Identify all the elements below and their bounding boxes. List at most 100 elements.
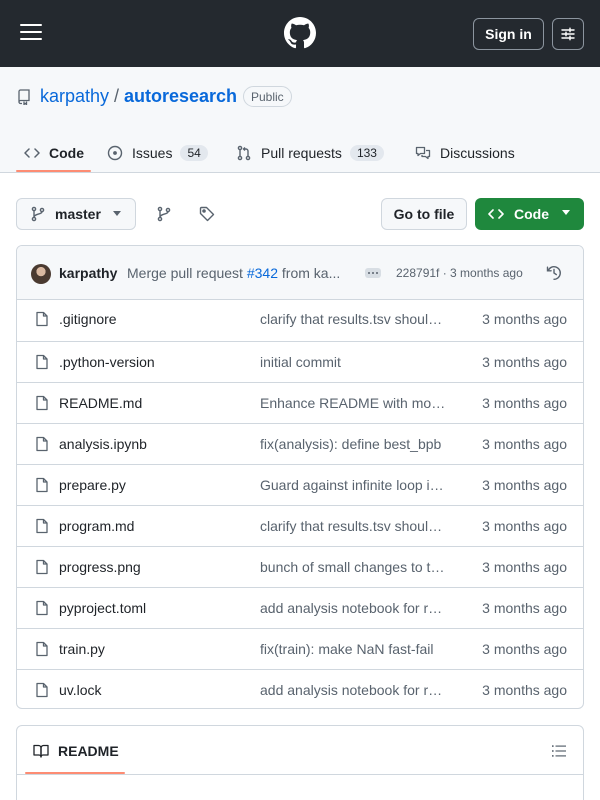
table-row[interactable]: pyproject.toml add analysis notebook for … [17,587,583,628]
sign-in-button[interactable]: Sign in [473,18,544,50]
file-commit-message-link[interactable]: add analysis notebook for results [260,682,448,698]
branch-name: master [55,206,101,222]
tab-discussions-label: Discussions [440,145,515,161]
readme-title[interactable]: README [58,743,119,759]
commit-message[interactable]: Merge pull request #342 from ka... [127,265,340,281]
visibility-badge: Public [243,86,292,107]
list-unordered-icon[interactable] [551,743,567,759]
repo-path-separator: / [114,86,120,106]
table-row[interactable]: uv.lock add analysis notebook for results… [17,669,583,708]
file-name-link[interactable]: uv.lock [59,682,102,698]
avatar[interactable] [31,264,51,284]
file-commit-message-link[interactable]: fix(analysis): define best_bpb [260,436,448,452]
file-name-link[interactable]: .gitignore [59,311,117,327]
file-icon [36,518,48,534]
file-icon [36,395,48,411]
file-name-link[interactable]: progress.png [59,559,141,575]
tag-icon[interactable] [199,206,215,222]
readme-panel: README [16,725,584,800]
file-commit-age: 3 months ago [482,641,567,657]
file-commit-age: 3 months ago [482,395,567,411]
tab-pull-requests[interactable]: Pull requests 133 [236,133,384,173]
file-name-link[interactable]: analysis.ipynb [59,436,147,452]
repo-tabs: Code Issues 54 Pull requests 133 Discuss… [0,133,600,230]
tab-issues-label: Issues [132,145,173,161]
commit-pr-link[interactable]: #342 [247,265,278,281]
git-branch-icon [31,206,45,222]
commit-author-link[interactable]: karpathy [59,265,117,281]
file-name-link[interactable]: .python-version [59,354,155,370]
branch-selector-button[interactable]: master [16,198,136,230]
file-name-link[interactable]: README.md [59,395,142,411]
settings-button[interactable] [552,18,584,50]
repo-name-link[interactable]: autoresearch [124,86,237,107]
table-row[interactable]: progress.png bunch of small changes to th… [17,546,583,587]
file-icon [36,354,48,370]
file-commit-message-link[interactable]: clarify that results.tsv should not be c… [260,311,448,327]
table-row[interactable]: .gitignore clarify that results.tsv shoul… [17,299,583,340]
file-name-link[interactable]: prepare.py [59,477,126,493]
file-commit-age: 3 months ago [482,600,567,616]
file-commit-message-link[interactable]: clarify that results.tsv should not be c… [260,518,448,534]
code-dropdown-button[interactable]: Code [475,198,584,230]
book-icon [33,744,49,758]
file-name-link[interactable]: train.py [59,641,105,657]
file-icon [36,559,48,575]
file-commit-message-link[interactable]: add analysis notebook for results [260,600,448,616]
branches-icon[interactable] [156,206,172,222]
readme-header: README [17,726,583,775]
file-icon [36,682,48,698]
table-row[interactable]: program.md clarify that results.tsv shoul… [17,505,583,546]
caret-down-icon [562,210,570,215]
table-row[interactable]: analysis.ipynb fix(analysis): define best… [17,423,583,464]
tab-code[interactable]: Code [24,133,84,173]
file-commit-message-link[interactable]: fix(train): make NaN fast-fail [260,641,448,657]
tab-discussions[interactable]: Discussions [415,133,515,173]
pull-requests-count-badge: 133 [349,145,384,161]
file-name-link[interactable]: pyproject.toml [59,600,146,616]
repo-icon [18,89,30,105]
file-commit-message-link[interactable]: Enhance README with more details [260,395,448,411]
table-row[interactable]: train.py fix(train): make NaN fast-fail 3 … [17,628,583,669]
commit-meta[interactable]: 228791f · 3 months ago [396,266,523,280]
file-commit-age: 3 months ago [482,682,567,698]
readme-active-indicator [25,772,125,774]
file-commit-age: 3 months ago [482,559,567,575]
tab-issues[interactable]: Issues 54 [107,133,208,173]
table-row[interactable]: .python-version initial commit 3 months ag… [17,341,583,382]
table-row[interactable]: prepare.py Guard against infinite loop in… [17,464,583,505]
code-icon [488,209,504,219]
file-name-link[interactable]: program.md [59,518,134,534]
latest-commit-row: karpathy Merge pull request #342 from ka… [17,246,583,300]
file-icon [36,641,48,657]
go-to-file-button[interactable]: Go to file [381,198,467,230]
file-commit-message-link[interactable]: Guard against infinite loop in prepare [260,477,448,493]
file-icon [36,600,48,616]
git-pull-request-icon [237,145,251,161]
table-row[interactable]: README.md Enhance README with more detail… [17,382,583,423]
global-header: Sign in [0,0,600,67]
file-commit-age: 3 months ago [482,436,567,452]
file-commit-age: 3 months ago [482,518,567,534]
tab-pull-requests-label: Pull requests [261,145,342,161]
hamburger-icon[interactable] [20,24,42,42]
issue-opened-icon [107,145,123,161]
commit-message-suffix: from ka... [278,265,341,281]
code-button-label: Code [514,206,549,222]
comment-discussion-icon [415,146,431,160]
caret-down-icon [113,211,121,216]
tab-code-label: Code [49,145,84,161]
github-mark-icon[interactable] [284,17,316,49]
repo-header: karpathy / autoresearch Public Code Issu… [0,67,600,230]
repo-owner-link[interactable]: karpathy [40,86,109,107]
file-commit-message-link[interactable]: initial commit [260,354,448,370]
file-icon [36,436,48,452]
active-tab-indicator [16,170,91,172]
code-icon [24,148,40,158]
file-commit-age: 3 months ago [482,311,567,327]
file-commit-message-link[interactable]: bunch of small changes to the program [260,559,448,575]
issues-count-badge: 54 [180,145,208,161]
commit-message-prefix: Merge pull request [127,265,247,281]
expand-commit-message-button[interactable] [365,268,381,278]
history-icon[interactable] [546,265,562,281]
